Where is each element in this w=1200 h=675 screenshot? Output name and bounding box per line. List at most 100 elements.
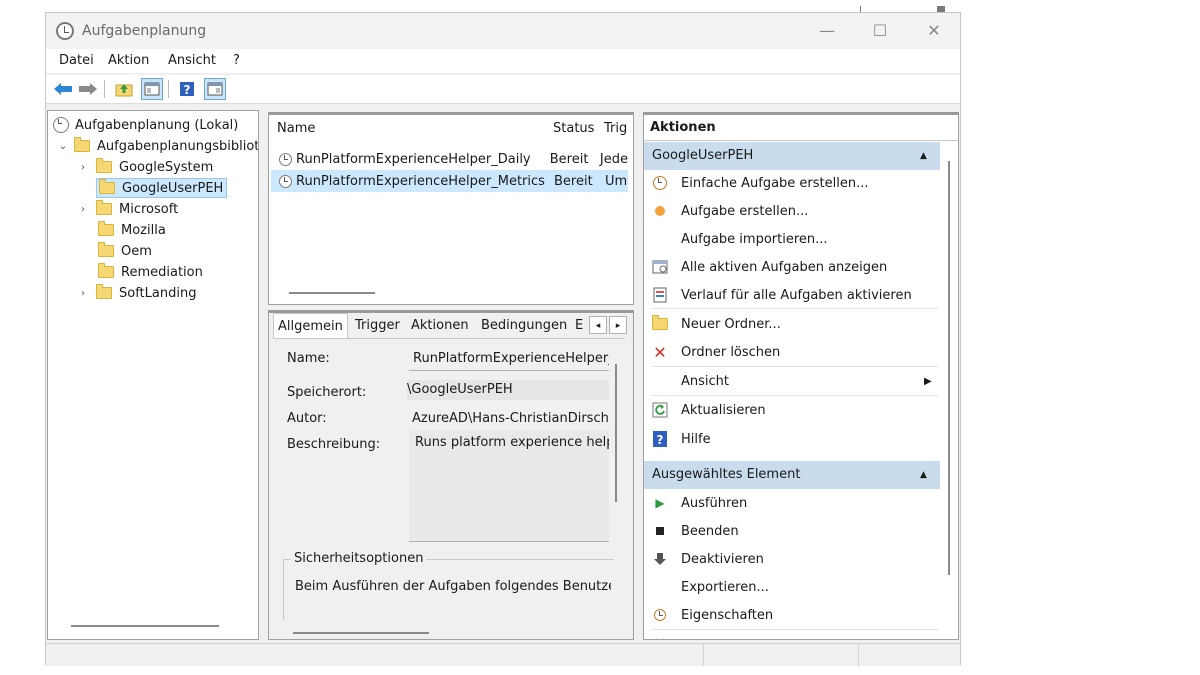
tree-library-label: Aufgabenplanungsbibliot — [97, 138, 259, 154]
stop-icon — [652, 523, 668, 539]
action-refresh[interactable]: Aktualisieren — [652, 398, 766, 422]
action-new-folder[interactable]: Neuer Ordner... — [652, 312, 781, 336]
close-button[interactable]: ✕ — [916, 19, 952, 43]
folder-icon — [96, 284, 112, 299]
actions-title: Aktionen — [650, 120, 716, 135]
tab-bedingungen[interactable]: Bedingungen — [477, 313, 571, 339]
description-text: Runs platform experience helpe — [415, 435, 609, 450]
tree-folder-googlesystem[interactable]: › GoogleSystem — [76, 157, 213, 177]
task-row-selected[interactable]: RunPlatformExperienceHelper_Metrics Bere… — [271, 170, 628, 192]
task-name: RunPlatformExperienceHelper_Metrics — [296, 173, 545, 189]
action-label: Neuer Ordner... — [681, 316, 781, 332]
action-run[interactable]: ▶ Ausführen — [652, 491, 747, 515]
back-button[interactable] — [52, 78, 74, 100]
description-field[interactable]: Runs platform experience helpe — [409, 431, 609, 542]
tab-trigger[interactable]: Trigger — [351, 313, 404, 339]
menu-aktion[interactable]: Aktion — [108, 53, 149, 68]
tab-aktionen[interactable]: Aktionen — [407, 313, 473, 339]
security-options-text: Beim Ausführen der Aufgaben folgendes Be… — [295, 579, 611, 594]
tab-allgemein[interactable]: Allgemein — [273, 313, 348, 339]
minimize-button[interactable]: — — [809, 19, 845, 43]
action-label: Ordner löschen — [681, 344, 781, 360]
tree-folder-label: GoogleUserPEH — [122, 180, 224, 196]
help-button[interactable]: ? — [176, 78, 198, 100]
author-label: Autor: — [287, 411, 327, 426]
details-horizontal-scrollbar[interactable] — [293, 632, 429, 634]
wizard-icon — [652, 175, 668, 191]
show-action-pane-button[interactable] — [204, 78, 226, 100]
general-tab-panel: Name: RunPlatformExperienceHelper_M Spei… — [273, 338, 625, 639]
chevron-down-icon: ⌄ — [58, 140, 68, 152]
location-value: \GoogleUserPEH — [407, 380, 609, 400]
action-label: Aktualisieren — [681, 402, 766, 418]
maximize-button[interactable]: ☐ — [862, 19, 898, 43]
folder-icon — [99, 179, 115, 194]
tree-folder-label: Remediation — [121, 264, 203, 280]
author-field[interactable]: AzureAD\Hans-ChristianDirsch — [409, 409, 612, 429]
tab-einstellungen[interactable]: E — [571, 313, 587, 339]
actions-pane: Aktionen GoogleUserPEH ▲ Einfache Aufgab… — [643, 112, 959, 640]
task-details: Allgemein Trigger Aktionen Bedingungen E… — [268, 310, 634, 640]
show-tree-button[interactable] — [141, 78, 163, 100]
action-label: Einfache Aufgabe erstellen... — [681, 175, 869, 191]
action-label: Ansicht — [681, 373, 730, 389]
tree-folder-oem[interactable]: Oem — [96, 241, 152, 261]
details-vertical-scrollbar[interactable] — [615, 364, 617, 502]
tree-folder-label: Mozilla — [121, 222, 166, 238]
column-header-status[interactable]: Status — [553, 121, 594, 145]
tree-horizontal-scrollbar[interactable] — [71, 625, 219, 627]
help-icon: ? — [180, 82, 194, 97]
list-horizontal-scrollbar[interactable] — [289, 292, 375, 294]
delete-icon: ✕ — [653, 342, 667, 362]
menu-bar: Datei Aktion Ansicht ? — [46, 49, 960, 73]
actions-vertical-scrollbar[interactable] — [948, 161, 950, 575]
action-disable[interactable]: Deaktivieren — [652, 547, 764, 571]
task-scheduler-icon — [56, 22, 74, 40]
column-header-name[interactable]: Name — [277, 121, 315, 145]
tab-scroll-right-button[interactable]: ▸ — [609, 316, 627, 334]
action-enable-history[interactable]: Verlauf für alle Aufgaben aktivieren — [652, 283, 912, 307]
task-scheduler-icon — [53, 117, 69, 133]
action-delete-partial[interactable]: ✕ — [652, 631, 681, 640]
action-help[interactable]: ? Hilfe — [652, 427, 711, 451]
tree-root[interactable]: Aufgabenplanung (Lokal) — [53, 115, 238, 135]
toolbar: ? — [46, 75, 960, 104]
action-show-running-tasks[interactable]: Alle aktiven Aufgaben anzeigen — [652, 255, 887, 279]
section-header-selected-item[interactable]: Ausgewähltes Element ▲ — [644, 461, 940, 489]
tree-library[interactable]: ⌄ Aufgabenplanungsbibliot — [56, 136, 259, 156]
delete-icon: ✕ — [652, 634, 668, 640]
menu-datei[interactable]: Datei — [59, 53, 94, 68]
menu-ansicht[interactable]: Ansicht — [168, 53, 216, 68]
section-header-googleuserpeh[interactable]: GoogleUserPEH ▲ — [644, 142, 940, 170]
tree-folder-remediation[interactable]: Remediation — [96, 262, 203, 282]
tab-scroll-left-button[interactable]: ◂ — [589, 316, 607, 334]
tree-folder-googleuserpeh[interactable]: GoogleUserPEH — [96, 178, 228, 198]
name-field[interactable]: RunPlatformExperienceHelper_M — [409, 347, 609, 371]
action-create-task[interactable]: Aufgabe erstellen... — [652, 199, 808, 223]
action-properties[interactable]: Eigenschaften — [652, 603, 773, 627]
column-header-trigger[interactable]: Trig — [604, 121, 627, 145]
task-row[interactable]: RunPlatformExperienceHelper_Daily Bereit… — [271, 148, 628, 170]
action-label: Ausführen — [681, 495, 748, 511]
navigation-tree: Aufgabenplanung (Lokal) ⌄ Aufgabenplanun… — [47, 110, 259, 640]
title-bar[interactable]: Aufgabenplanung — ☐ ✕ — [46, 13, 960, 49]
action-delete-folder[interactable]: ✕ Ordner löschen — [652, 340, 780, 364]
action-simple-task[interactable]: Einfache Aufgabe erstellen... — [652, 171, 869, 195]
action-end[interactable]: Beenden — [652, 519, 739, 543]
section-title: Ausgewähltes Element — [652, 467, 801, 482]
collapse-icon: ▲ — [920, 470, 927, 480]
action-import-task[interactable]: Aufgabe importieren... — [652, 227, 828, 251]
tree-folder-softlanding[interactable]: › SoftLanding — [76, 283, 196, 303]
action-export[interactable]: Exportieren... — [652, 575, 769, 599]
tree-folder-mozilla[interactable]: Mozilla — [96, 220, 166, 240]
active-tasks-icon — [652, 259, 668, 275]
up-folder-button[interactable] — [113, 78, 135, 100]
forward-button[interactable] — [77, 78, 99, 100]
library-folder-icon — [74, 137, 90, 152]
task-status: Bereit — [554, 173, 593, 189]
action-view[interactable]: Ansicht ▶ — [652, 369, 938, 393]
menu-help[interactable]: ? — [233, 53, 240, 68]
task-list: Name Status Trig RunPlatformExperienceHe… — [268, 112, 634, 305]
tree-folder-microsoft[interactable]: › Microsoft — [76, 199, 178, 219]
task-trigger: Jede — [599, 151, 628, 167]
